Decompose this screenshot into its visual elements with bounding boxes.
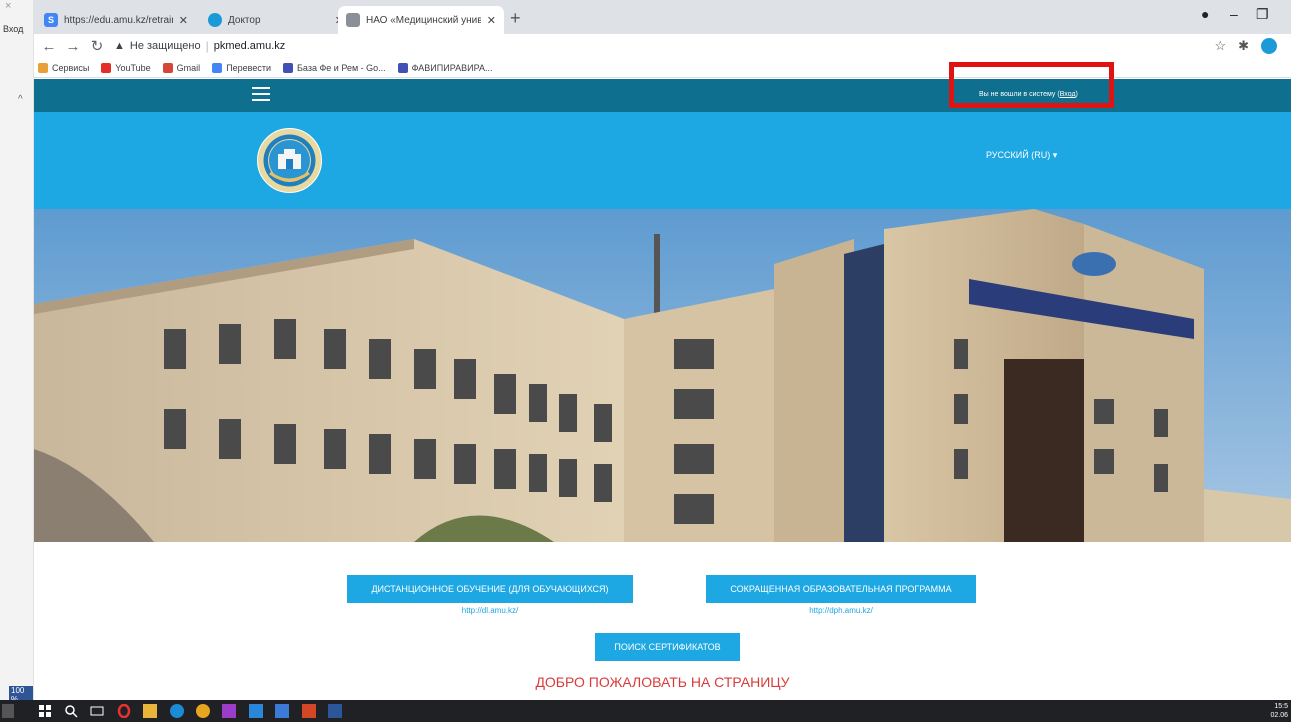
url-field[interactable]: pkmed.amu.kz bbox=[214, 40, 286, 52]
hero-image bbox=[34, 209, 1291, 542]
tab-close-icon[interactable]: ✕ bbox=[179, 14, 188, 27]
bookmark-label: Gmail bbox=[176, 62, 201, 73]
divider: | bbox=[205, 39, 209, 53]
restore-icon[interactable]: ❐ bbox=[1256, 6, 1269, 23]
menu-icon[interactable] bbox=[252, 87, 270, 101]
word-icon[interactable] bbox=[328, 704, 342, 718]
form-icon bbox=[397, 62, 408, 73]
bookmark-label: Перевести bbox=[226, 62, 272, 73]
new-tab-icon[interactable]: + bbox=[510, 8, 521, 29]
outer-left-panel: × Вход ^ 100 % bbox=[0, 0, 34, 722]
tab-title: НАО «Медицинский университ bbox=[366, 14, 481, 26]
clock-date: 02.06 bbox=[1270, 712, 1288, 719]
star-icon[interactable]: ☆ bbox=[1214, 38, 1226, 54]
university-icon bbox=[346, 13, 360, 27]
extensions-icon[interactable]: ✱ bbox=[1238, 38, 1249, 54]
welcome-heading: ДОБРО ПОЖАЛОВАТЬ НА СТРАНИЦУ bbox=[535, 674, 790, 690]
clock[interactable]: 15:5 02.06 bbox=[1270, 702, 1288, 720]
gmail-icon bbox=[162, 62, 173, 73]
windows-start-icon[interactable] bbox=[38, 704, 52, 718]
bookmark-item[interactable]: Gmail bbox=[162, 62, 201, 73]
minimize-icon[interactable]: – bbox=[1230, 6, 1238, 22]
premiere-icon[interactable] bbox=[222, 704, 236, 718]
chevron-up-icon[interactable]: ^ bbox=[18, 94, 23, 105]
bookmark-item[interactable]: ФАВИПИРАВИРА... bbox=[397, 62, 493, 73]
site-header: РУССКИЙ (RU) ▾ bbox=[34, 112, 1291, 209]
distance-learning-url[interactable]: http://dl.amu.kz/ bbox=[347, 606, 633, 615]
powerpoint-icon[interactable] bbox=[302, 704, 316, 718]
browser-tab[interactable]: S https://edu.amu.kz/retraining/in ✕ bbox=[36, 6, 196, 34]
address-bar: ← → ↻ ▲ Не защищено | pkmed.amu.kz ☆ ✱ bbox=[34, 34, 1291, 58]
clock-time: 15:5 bbox=[1274, 703, 1288, 710]
form-icon bbox=[283, 62, 294, 73]
highlight-box bbox=[949, 62, 1114, 108]
task-view-icon[interactable] bbox=[90, 704, 104, 718]
apps-icon bbox=[38, 62, 48, 73]
s-icon: S bbox=[44, 13, 58, 27]
warning-icon[interactable]: ▲ bbox=[114, 40, 125, 52]
translate-icon bbox=[212, 62, 223, 73]
avatar[interactable] bbox=[1261, 38, 1277, 54]
bookmark-item[interactable]: YouTube bbox=[101, 62, 151, 73]
login-label: Вход bbox=[3, 24, 24, 34]
bookmark-item[interactable]: Перевести bbox=[212, 62, 272, 73]
tab-close-icon[interactable]: ✕ bbox=[487, 14, 496, 27]
bookmark-item[interactable]: Сервисы bbox=[38, 62, 90, 73]
distance-learning-button[interactable]: ДИСТАНЦИОННОЕ ОБУЧЕНИЕ (ДЛЯ ОБУЧАЮЩИХСЯ) bbox=[347, 575, 633, 603]
site-navbar: Вы не вошли в систему (Вход) bbox=[34, 62, 1291, 112]
bookmark-label: ФАВИПИРАВИРА... bbox=[411, 62, 493, 73]
record-icon[interactable]: ● bbox=[1201, 6, 1209, 22]
forward-icon[interactable]: → bbox=[64, 38, 82, 55]
chrome-icon bbox=[208, 13, 222, 27]
reload-icon[interactable]: ↻ bbox=[88, 37, 106, 55]
edge-icon[interactable] bbox=[170, 704, 184, 718]
youtube-icon bbox=[101, 62, 112, 73]
language-dropdown[interactable]: РУССКИЙ (RU) ▾ bbox=[986, 150, 1057, 161]
browser-tab-active[interactable]: НАО «Медицинский университ ✕ bbox=[338, 6, 504, 34]
search-icon[interactable] bbox=[64, 704, 78, 718]
bookmark-item[interactable]: База Фе и Рем - Go... bbox=[283, 62, 386, 73]
bookmark-label: YouTube bbox=[115, 62, 151, 73]
close-icon[interactable]: × bbox=[5, 0, 11, 12]
paint-icon[interactable] bbox=[249, 704, 263, 718]
certificate-search-button[interactable]: ПОИСК СЕРТИФИКАТОВ bbox=[595, 633, 740, 661]
short-program-button[interactable]: СОКРАЩЕННАЯ ОБРАЗОВАТЕЛЬНАЯ ПРОГРАММА bbox=[706, 575, 976, 603]
browser-tab[interactable]: Доктор ✕ bbox=[200, 6, 352, 34]
back-icon[interactable]: ← bbox=[40, 38, 58, 55]
tab-title: Доктор bbox=[228, 14, 261, 26]
toolbar-right: ☆ ✱ bbox=[1214, 38, 1277, 54]
opera-icon[interactable] bbox=[117, 704, 131, 718]
university-logo[interactable] bbox=[256, 127, 323, 194]
taskbar: 15:5 02.06 bbox=[0, 700, 1291, 722]
tab-title: https://edu.amu.kz/retraining/in bbox=[64, 14, 173, 26]
corner-icon[interactable] bbox=[2, 704, 14, 718]
bookmark-label: Сервисы bbox=[52, 62, 90, 73]
security-label[interactable]: Не защищено bbox=[130, 40, 201, 52]
file-explorer-icon[interactable] bbox=[143, 704, 157, 718]
bookmark-label: База Фе и Рем - Go... bbox=[297, 62, 386, 73]
app-icon[interactable] bbox=[275, 704, 289, 718]
chrome-icon[interactable] bbox=[196, 704, 210, 718]
browser-tab-bar: S https://edu.amu.kz/retraining/in ✕ Док… bbox=[34, 0, 1291, 34]
short-program-url[interactable]: http://dph.amu.kz/ bbox=[706, 606, 976, 615]
